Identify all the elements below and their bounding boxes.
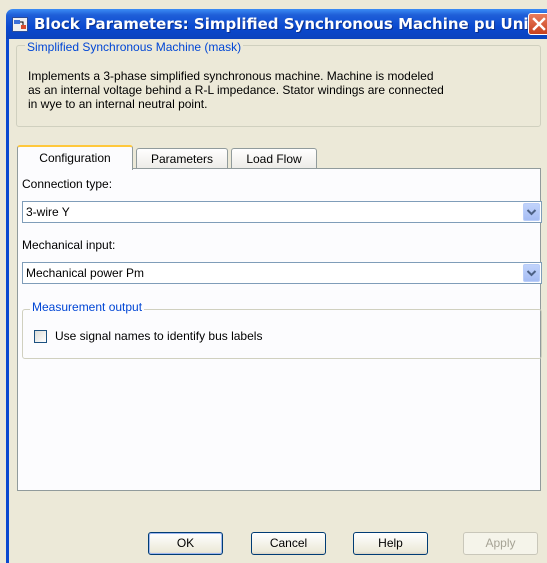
connection-type-select[interactable]: 3-wire Y bbox=[22, 201, 542, 223]
connection-type-label: Connection type: bbox=[22, 177, 113, 191]
connection-type-dropdown-button[interactable] bbox=[523, 203, 540, 221]
signal-names-label: Use signal names to identify bus labels bbox=[55, 329, 263, 343]
tab-load-flow[interactable]: Load Flow bbox=[231, 148, 317, 169]
tab-configuration[interactable]: Configuration bbox=[17, 145, 133, 170]
mask-description: Implements a 3-phase simplified synchron… bbox=[28, 69, 533, 111]
simulink-block-icon bbox=[12, 17, 28, 32]
block-parameters-dialog: Block Parameters: Simplified Synchronous… bbox=[0, 0, 547, 563]
chevron-down-icon bbox=[526, 209, 537, 216]
chevron-down-icon bbox=[526, 270, 537, 277]
mask-legend: Simplified Synchronous Machine (mask) bbox=[25, 40, 244, 54]
description-line: as an internal voltage behind a R-L impe… bbox=[28, 83, 444, 97]
measurement-legend: Measurement output bbox=[30, 300, 145, 314]
description-line: Implements a 3-phase simplified synchron… bbox=[28, 69, 434, 83]
cancel-button[interactable]: Cancel bbox=[251, 532, 326, 555]
close-icon bbox=[532, 17, 546, 31]
connection-type-value: 3-wire Y bbox=[26, 205, 70, 219]
window-title: Block Parameters: Simplified Synchronous… bbox=[34, 15, 545, 33]
description-line: in wye to an internal neutral point. bbox=[28, 97, 208, 111]
tab-parameters[interactable]: Parameters bbox=[136, 148, 228, 169]
mechanical-input-value: Mechanical power Pm bbox=[26, 266, 145, 280]
signal-names-checkbox[interactable] bbox=[34, 330, 47, 343]
ok-button[interactable]: OK bbox=[148, 532, 223, 555]
apply-button[interactable]: Apply bbox=[463, 532, 538, 555]
mechanical-input-label: Mechanical input: bbox=[22, 238, 116, 252]
mechanical-input-dropdown-button[interactable] bbox=[523, 264, 540, 282]
mechanical-input-select[interactable]: Mechanical power Pm bbox=[22, 262, 542, 284]
help-button[interactable]: Help bbox=[353, 532, 428, 555]
close-button[interactable] bbox=[528, 13, 547, 35]
title-bar[interactable]: Block Parameters: Simplified Synchronous… bbox=[6, 9, 547, 39]
